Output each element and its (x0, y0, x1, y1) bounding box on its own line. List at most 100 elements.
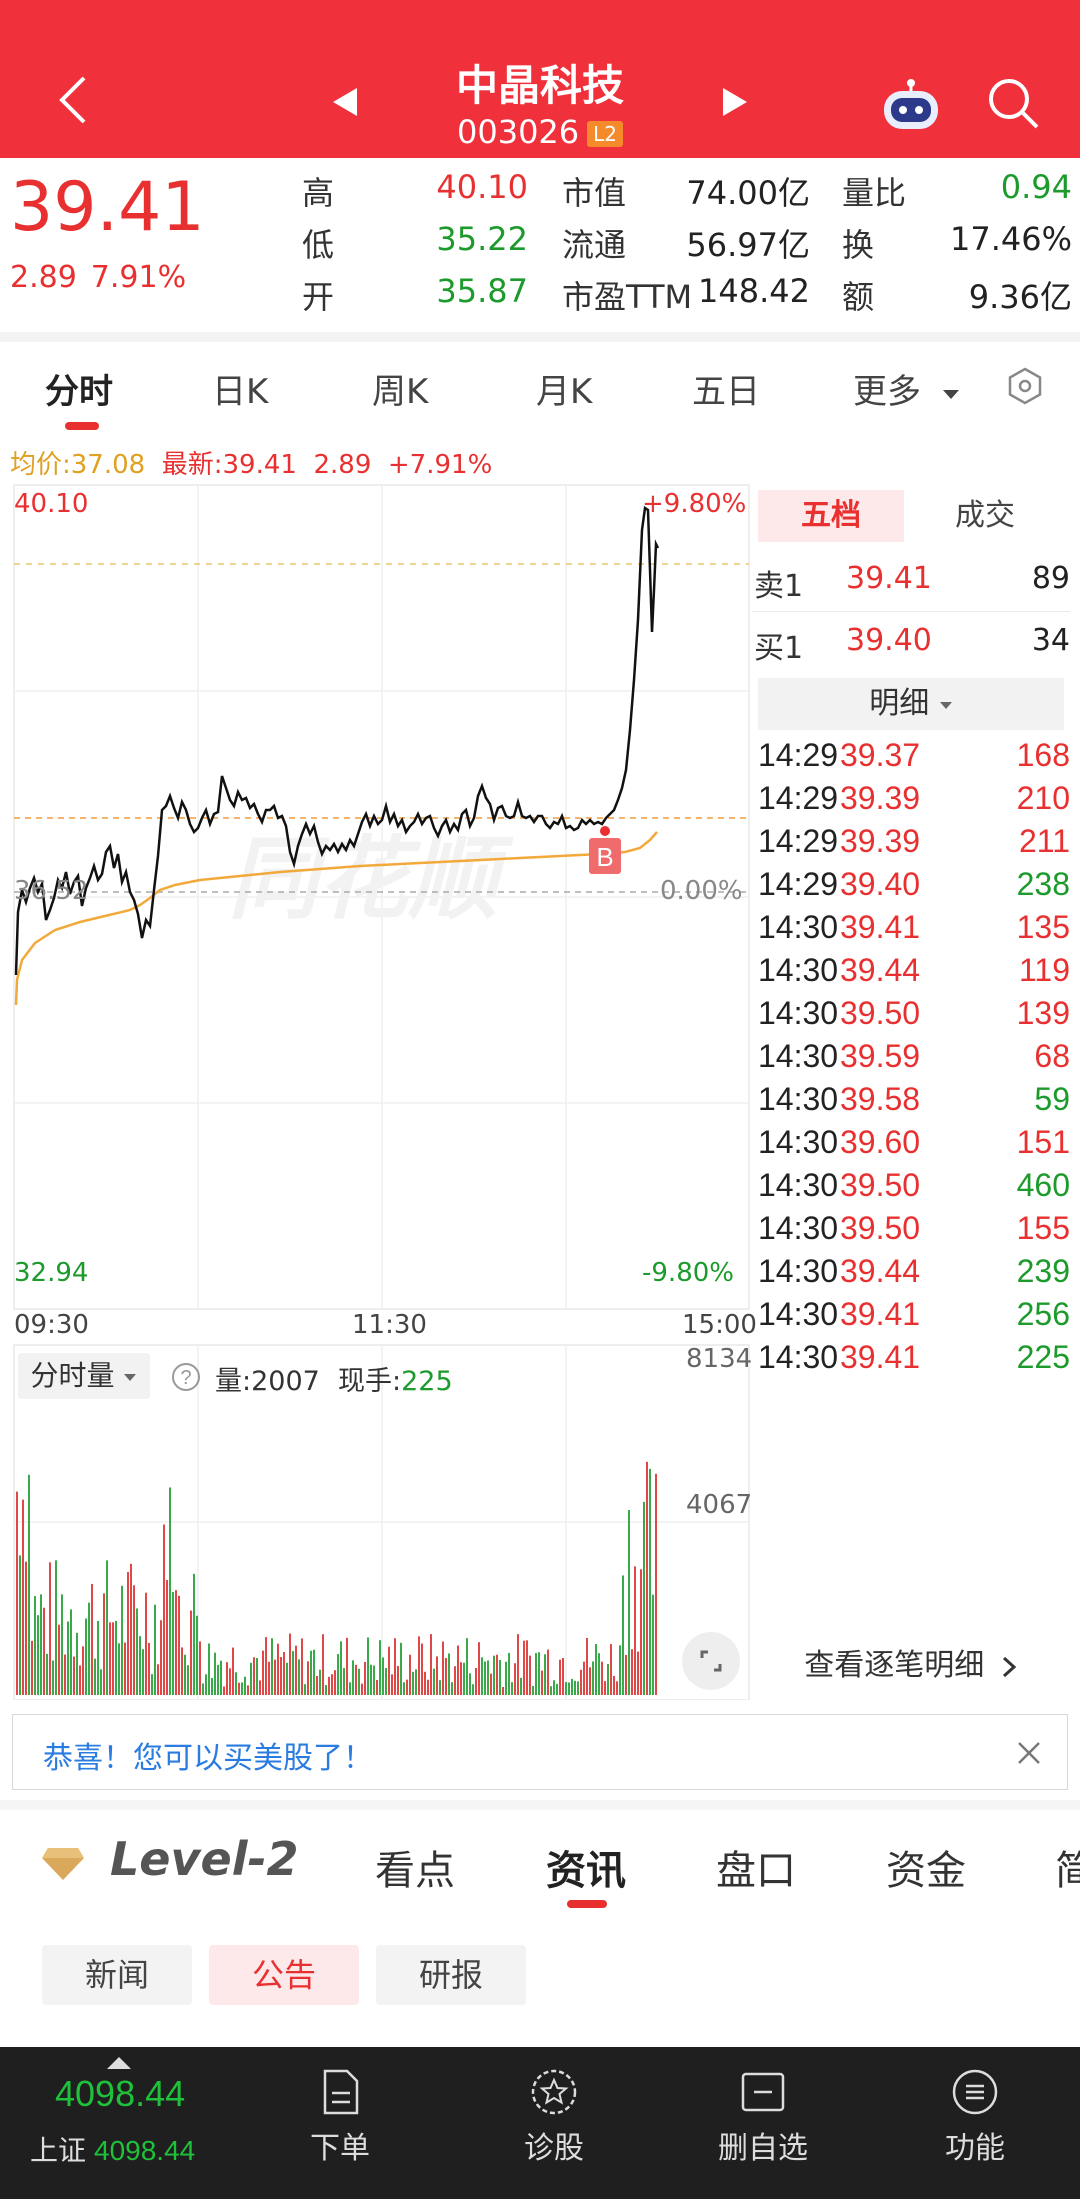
volume-bar (406, 1679, 408, 1695)
chip-announcements[interactable]: 公告 (209, 1945, 359, 2005)
volume-bar (517, 1634, 519, 1695)
volume-bar (430, 1634, 432, 1695)
robot-assistant-icon[interactable] (880, 75, 942, 131)
chip-news[interactable]: 新闻 (42, 1945, 192, 2005)
volume-bar (127, 1571, 129, 1695)
volume-bar (136, 1608, 138, 1695)
back-arrow-icon[interactable] (52, 70, 92, 130)
volume-bar (547, 1649, 549, 1695)
volume-bar (541, 1670, 543, 1695)
menu-circle-icon (952, 2069, 998, 2115)
volume-bar (43, 1607, 45, 1695)
intraday-chart[interactable]: 同花顺 B (0, 480, 752, 1340)
volume-bar (646, 1461, 648, 1695)
volume-bar (298, 1659, 300, 1695)
functions-label: 功能 (945, 2131, 1005, 2166)
divider (752, 611, 1070, 612)
tab-more[interactable]: 更多 (853, 364, 960, 413)
volume-bar (412, 1671, 414, 1695)
settings-hexagon-icon[interactable] (1005, 366, 1045, 406)
volume-bar (337, 1654, 339, 1695)
volume-bar (223, 1686, 225, 1695)
volume-bar (397, 1665, 399, 1695)
chip-research[interactable]: 研报 (376, 1945, 526, 2005)
volume-bar (328, 1676, 330, 1695)
tab-intraday[interactable]: 分时 (45, 364, 113, 413)
close-icon[interactable] (1011, 1735, 1047, 1771)
volume-bar (364, 1661, 366, 1695)
volume-bar (415, 1669, 417, 1695)
index-summary: 上证 4098.44 (30, 2129, 195, 2169)
trade-price: 39.59 (840, 1038, 921, 1074)
avg-price-label: 均价:37.08 (10, 450, 146, 480)
trade-price: 39.39 (840, 823, 921, 859)
chart-high-price: 40.10 (14, 489, 89, 519)
see-all-trades-link[interactable]: 查看逐笔明细 (752, 1640, 1070, 1684)
trade-time: 14:29 (758, 866, 839, 902)
volume-bar (343, 1668, 345, 1695)
volume-max-label: 8134 (686, 1344, 753, 1374)
remove-watchlist-button[interactable]: 删自选 (698, 2067, 828, 2167)
help-icon[interactable]: ? (170, 1361, 202, 1393)
notice-banner[interactable]: 恭喜！您可以买美股了！ (12, 1714, 1068, 1790)
trade-volume: 239 (1016, 1253, 1070, 1289)
volume-bar (532, 1685, 534, 1695)
index-value[interactable]: 4098.44 (55, 2073, 185, 2115)
buy1-volume: 34 (1031, 623, 1070, 658)
trade-price: 39.50 (840, 1167, 921, 1203)
tab-order-book[interactable]: 盘口 (716, 1838, 796, 1896)
search-icon[interactable] (985, 75, 1041, 131)
volume-bar (370, 1664, 372, 1695)
volume-bar (115, 1620, 117, 1695)
volume-bar (352, 1660, 354, 1695)
tab-capital-flow[interactable]: 资金 (886, 1838, 966, 1896)
order-button[interactable]: 下单 (275, 2067, 405, 2167)
time-start: 09:30 (14, 1310, 89, 1340)
volume-bar (625, 1654, 627, 1695)
volume-bar (451, 1682, 453, 1695)
tab-weekly-k[interactable]: 周K (372, 364, 428, 413)
volume-bar (67, 1621, 69, 1695)
volume-type-select[interactable]: 分时量 (18, 1353, 150, 1399)
volume-bar (346, 1637, 348, 1695)
detail-dropdown[interactable]: 明细 (758, 678, 1064, 730)
volume-bar (148, 1642, 150, 1695)
volume-bar (463, 1662, 465, 1695)
tab-news-info[interactable]: 资讯 (546, 1838, 626, 1896)
tab-monthly-k[interactable]: 月K (536, 364, 592, 413)
level2-tab[interactable]: Level-2 (40, 1832, 300, 1892)
functions-button[interactable]: 功能 (910, 2067, 1040, 2167)
trade-price: 39.40 (840, 866, 921, 902)
tab-five-levels[interactable]: 五档 (758, 490, 904, 542)
now-hand-label: 现手:225 (338, 1359, 453, 1398)
volume-bar (385, 1668, 387, 1695)
fullscreen-button[interactable] (682, 1632, 740, 1690)
volume-bar (160, 1620, 162, 1695)
tab-daily-k[interactable]: 日K (212, 364, 268, 413)
volume-bar (514, 1663, 516, 1695)
expand-up-icon[interactable] (107, 2057, 131, 2069)
volume-bar (253, 1657, 255, 1695)
volume-bar (70, 1609, 72, 1695)
next-stock-icon[interactable] (715, 82, 755, 122)
trade-volume: 460 (1016, 1167, 1070, 1203)
volume-bar (640, 1569, 642, 1695)
intraday-info-line: 均价:37.08 最新:39.41 2.89 +7.91% (10, 444, 492, 481)
buy1-price: 39.40 (846, 623, 932, 658)
trade-time: 14:30 (758, 909, 839, 945)
expand-icon (700, 1650, 722, 1672)
diagnose-button[interactable]: 诊股 (489, 2067, 619, 2167)
volume-bar (391, 1674, 393, 1695)
tab-transactions[interactable]: 成交 (912, 490, 1058, 542)
volume-bar (322, 1634, 324, 1695)
tab-highlights[interactable]: 看点 (375, 1838, 455, 1896)
tab-five-day[interactable]: 五日 (692, 364, 760, 413)
volume-bar (289, 1633, 291, 1695)
volume-bar (577, 1681, 579, 1695)
info-section-tabs: Level-2 看点 资讯 盘口 资金 简 (0, 1810, 1080, 1920)
chart-prev-close: 36.52 (14, 876, 89, 906)
prev-stock-icon[interactable] (325, 82, 365, 122)
diagnose-label: 诊股 (524, 2131, 584, 2166)
tab-brief[interactable]: 简 (1055, 1838, 1080, 1896)
volume-bar (34, 1596, 36, 1695)
